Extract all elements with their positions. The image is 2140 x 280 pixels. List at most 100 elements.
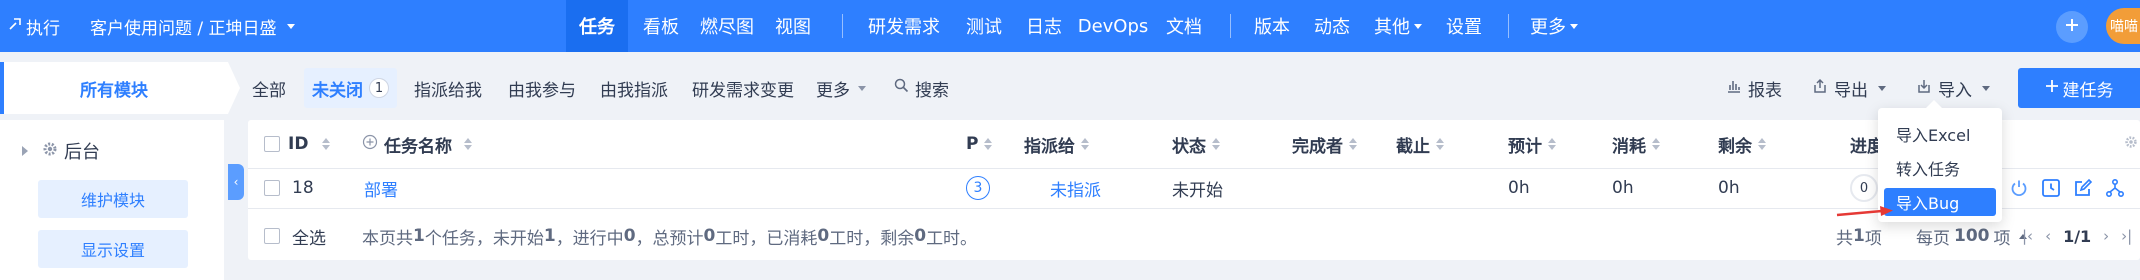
search-label: 搜索	[915, 80, 949, 101]
total-count: 1	[1853, 226, 1865, 246]
column-header-finished-by-label: 完成者	[1292, 136, 1343, 157]
column-header-status[interactable]: 状态	[1172, 120, 1220, 168]
search-button[interactable]: 搜索	[894, 68, 949, 108]
filter-assigned-to-me[interactable]: 指派给我	[414, 68, 482, 108]
column-header-consumed[interactable]: 消耗	[1612, 120, 1660, 168]
select-all-checkbox[interactable]	[264, 228, 280, 244]
plus-icon	[2064, 17, 2080, 38]
filter-unclosed[interactable]: 未关闭 1	[304, 68, 397, 108]
sort-icon	[1652, 138, 1660, 150]
nav-tab-other[interactable]: 其他	[1364, 0, 1432, 52]
next-page-icon[interactable]: ›	[2103, 227, 2109, 245]
chevron-right-icon[interactable]	[22, 146, 28, 156]
report-button[interactable]: 报表	[1726, 68, 1782, 108]
page-indicator: 1/1	[2063, 226, 2092, 246]
module-panel-header[interactable]: 所有模块	[0, 62, 240, 114]
nav-tab-view[interactable]: 视图	[768, 0, 818, 52]
edit-icon[interactable]	[2070, 175, 2096, 201]
nav-tab-more[interactable]: 更多	[1520, 0, 1588, 52]
collapse-sidebar-button[interactable]: ‹	[228, 164, 244, 200]
split-icon[interactable]	[2102, 175, 2128, 201]
nav-tab-other-label: 其他	[1374, 17, 1410, 38]
select-all[interactable]: 全选	[264, 216, 326, 256]
filter-story-change[interactable]: 研发需求变更	[692, 68, 794, 108]
nav-tab-doc[interactable]: 文档	[1156, 0, 1212, 52]
select-all-label: 全选	[292, 228, 326, 249]
task-estimate: 0h	[1508, 178, 1530, 198]
create-task-label: 建任务	[2062, 80, 2114, 101]
nav-tab-build[interactable]: 版本	[1244, 0, 1300, 52]
prev-page-icon[interactable]: ‹	[2045, 227, 2051, 245]
column-header-id[interactable]: ID	[264, 120, 331, 168]
export-icon	[1812, 78, 1828, 99]
all-modules-title: 所有模块	[80, 80, 148, 101]
nav-tab-settings[interactable]: 设置	[1436, 0, 1492, 52]
column-settings-button[interactable]	[2124, 120, 2138, 168]
per-page-selector[interactable]: 每页 100 项	[1916, 216, 2027, 256]
header-checkbox[interactable]	[264, 136, 280, 152]
user-avatar[interactable]: 喵喵	[2106, 8, 2140, 44]
row-checkbox[interactable]	[264, 180, 280, 196]
filter-assigned-by-me[interactable]: 由我指派	[600, 68, 668, 108]
nav-tab-log[interactable]: 日志	[1016, 0, 1072, 52]
module-tree-item-backend[interactable]: 后台	[22, 138, 100, 164]
task-left: 0h	[1718, 178, 1740, 198]
summary-count-wait: 1	[543, 226, 556, 246]
maintain-module-button[interactable]: 维护模块	[38, 180, 188, 218]
column-header-estimate[interactable]: 预计	[1508, 120, 1556, 168]
menu-item-import-excel[interactable]: 导入Excel	[1884, 120, 1996, 148]
chevron-down-icon	[1982, 85, 1990, 91]
last-page-icon[interactable]: ›|	[2121, 227, 2132, 245]
add-circle-icon[interactable]	[362, 134, 378, 155]
summary-text: ，总预计	[635, 228, 704, 249]
first-page-icon[interactable]: |‹	[2022, 227, 2033, 245]
nav-tab-dynamic[interactable]: 动态	[1304, 0, 1360, 52]
global-create-button[interactable]	[2056, 11, 2088, 43]
clock-icon[interactable]	[2038, 175, 2064, 201]
display-settings-button[interactable]: 显示设置	[38, 230, 188, 268]
sort-icon	[1436, 138, 1444, 150]
task-consumed: 0h	[1612, 178, 1634, 198]
export-button[interactable]: 导出	[1812, 68, 1886, 108]
sort-icon	[464, 138, 472, 150]
priority-badge: 3	[966, 176, 990, 200]
column-header-left[interactable]: 剩余	[1718, 120, 1766, 168]
dropdown-pointer	[1926, 100, 1942, 108]
nav-tab-story[interactable]: 研发需求	[856, 0, 952, 52]
per-page-value: 100	[1954, 226, 1990, 246]
filter-involved[interactable]: 由我参与	[508, 68, 576, 108]
column-header-pri[interactable]: P	[966, 120, 993, 168]
plus-icon	[2045, 78, 2059, 98]
chevron-down-icon	[858, 85, 866, 91]
filter-unclosed-label: 未关闭	[312, 80, 363, 101]
per-page-suffix: 项	[1993, 228, 2011, 249]
column-header-finished-by[interactable]: 完成者	[1292, 120, 1357, 168]
power-icon[interactable]	[2006, 175, 2032, 201]
nav-tab-test[interactable]: 测试	[956, 0, 1012, 52]
nav-tab-kanban[interactable]: 看板	[636, 0, 686, 52]
column-header-deadline[interactable]: 截止	[1396, 120, 1444, 168]
column-header-status-label: 状态	[1172, 136, 1206, 157]
summary-consumed: 0	[817, 226, 830, 246]
chevron-down-icon	[1878, 85, 1886, 91]
nav-tab-burndown[interactable]: 燃尽图	[694, 0, 760, 52]
breadcrumb-execution[interactable]: 执行	[8, 0, 60, 52]
nav-tab-task[interactable]: 任务	[566, 0, 628, 52]
menu-item-import-bug[interactable]: 导入Bug	[1884, 188, 1996, 216]
filter-all[interactable]: 全部	[252, 68, 286, 108]
filter-more-label: 更多	[816, 80, 850, 101]
gear-icon	[42, 141, 58, 162]
total-suffix: 项	[1864, 228, 1882, 249]
task-name-link[interactable]: 部署	[364, 168, 398, 208]
column-header-name[interactable]: 任务名称	[362, 120, 472, 168]
menu-item-transfer-task[interactable]: 转入任务	[1884, 154, 1996, 182]
create-task-button[interactable]: 建任务	[2018, 68, 2140, 108]
filter-more[interactable]: 更多	[816, 68, 866, 108]
column-header-assigned-to[interactable]: 指派给	[1024, 120, 1089, 168]
assign-to-link[interactable]: 未指派	[1050, 168, 1101, 208]
summary-left: 0	[914, 226, 927, 246]
breadcrumb-product-switcher[interactable]: 客户使用问题 / 正坤日盛	[90, 0, 295, 52]
table-row[interactable]: 18	[264, 168, 314, 208]
column-header-consumed-label: 消耗	[1612, 136, 1646, 157]
nav-tab-devops[interactable]: DevOps	[1076, 0, 1150, 52]
